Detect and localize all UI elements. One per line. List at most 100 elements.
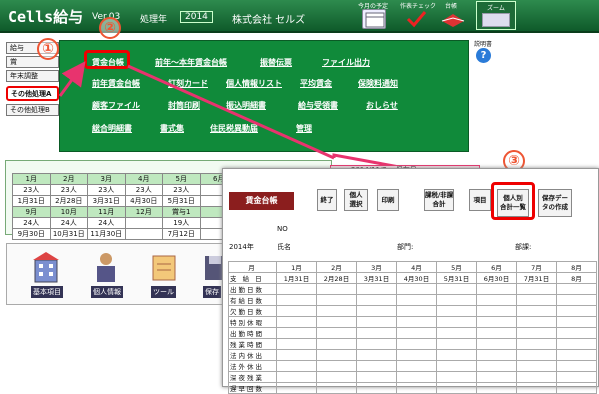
grid-cell[interactable] <box>276 305 317 317</box>
grid-cell[interactable] <box>276 349 317 361</box>
grid-cell[interactable] <box>556 283 597 295</box>
grid-cell[interactable] <box>476 371 517 383</box>
grid-cell[interactable] <box>556 327 597 339</box>
grid-cell[interactable] <box>396 316 437 328</box>
grid-cell[interactable] <box>476 305 517 317</box>
building-icon[interactable] <box>29 250 63 284</box>
grid-cell[interactable] <box>396 349 437 361</box>
grid-cell[interactable] <box>516 294 557 306</box>
taxable-total-button[interactable]: 課税/非課 合計 <box>424 189 454 211</box>
cal-date-cell-3 <box>124 228 163 240</box>
grid-cell[interactable] <box>476 294 517 306</box>
grid-cell[interactable] <box>436 327 477 339</box>
grid-cell[interactable] <box>556 360 597 372</box>
grid-cell[interactable] <box>516 382 557 394</box>
grid-cell[interactable] <box>476 382 517 394</box>
grid-cell[interactable] <box>476 338 517 350</box>
grid-cell[interactable] <box>356 371 397 383</box>
grid-cell[interactable] <box>396 338 437 350</box>
grid-cell[interactable] <box>556 382 597 394</box>
grid-cell[interactable] <box>356 349 397 361</box>
grid-cell[interactable] <box>516 327 557 339</box>
grid-cell[interactable] <box>556 316 597 328</box>
save-label[interactable]: 保存 <box>203 286 221 298</box>
grid-cell[interactable] <box>316 338 357 350</box>
grid-cell[interactable] <box>436 349 477 361</box>
grid-cell[interactable] <box>436 283 477 295</box>
grid-cell[interactable] <box>396 294 437 306</box>
create-save-data-button[interactable]: 保存デー タの作成 <box>538 189 572 217</box>
grid-cell[interactable] <box>316 371 357 383</box>
grid-cell[interactable] <box>436 338 477 350</box>
grid-cell[interactable] <box>356 338 397 350</box>
grid-cell[interactable] <box>516 316 557 328</box>
grid-cell[interactable] <box>396 371 437 383</box>
print-button[interactable]: 印刷 <box>377 189 399 211</box>
grid-cell[interactable] <box>316 305 357 317</box>
grid-cell[interactable] <box>516 305 557 317</box>
basic-items-label[interactable]: 基本項目 <box>31 286 63 298</box>
grid-cell[interactable] <box>436 371 477 383</box>
grid-cell[interactable] <box>276 294 317 306</box>
grid-cell[interactable] <box>396 283 437 295</box>
grid-cell[interactable] <box>396 382 437 394</box>
grid-cell[interactable] <box>556 305 597 317</box>
grid-cell[interactable] <box>356 283 397 295</box>
select-person-button[interactable]: 個人 選択 <box>344 189 368 211</box>
grid-cell[interactable] <box>356 382 397 394</box>
grid-cell[interactable] <box>516 349 557 361</box>
grid-cell[interactable] <box>436 360 477 372</box>
grid-cell[interactable] <box>556 349 597 361</box>
grid-month-5: 6月 <box>476 261 517 273</box>
grid-cell[interactable] <box>356 316 397 328</box>
grid-cell[interactable] <box>396 327 437 339</box>
exit-button-label: 終了 <box>320 195 334 204</box>
grid-cell[interactable] <box>316 283 357 295</box>
grid-cell[interactable] <box>276 327 317 339</box>
grid-cell[interactable] <box>316 316 357 328</box>
grid-cell[interactable] <box>556 371 597 383</box>
grid-cell[interactable] <box>436 305 477 317</box>
grid-cell[interactable] <box>436 382 477 394</box>
grid-cell[interactable] <box>516 371 557 383</box>
grid-row-label: 法外休出 <box>228 360 277 372</box>
grid-cell[interactable] <box>356 294 397 306</box>
grid-cell[interactable] <box>396 360 437 372</box>
grid-cell[interactable] <box>356 360 397 372</box>
grid-cell[interactable] <box>436 316 477 328</box>
wage-ledger-title-button[interactable]: 賃金台帳 <box>229 192 294 210</box>
items-button[interactable]: 項目 <box>469 189 491 211</box>
grid-cell[interactable] <box>476 327 517 339</box>
grid-cell[interactable] <box>516 360 557 372</box>
cal-date-cell-2: 11月30日 <box>87 228 126 240</box>
grid-cell[interactable] <box>356 305 397 317</box>
grid-cell[interactable] <box>316 382 357 394</box>
grid-cell[interactable] <box>276 338 317 350</box>
grid-cell[interactable] <box>516 283 557 295</box>
table-row: 残業時間 <box>228 338 597 350</box>
exit-button[interactable]: 終了 <box>317 189 337 211</box>
grid-cell[interactable] <box>316 327 357 339</box>
grid-cell[interactable] <box>476 316 517 328</box>
grid-cell[interactable] <box>276 371 317 383</box>
grid-cell[interactable] <box>556 294 597 306</box>
grid-cell[interactable] <box>316 360 357 372</box>
grid-cell[interactable] <box>276 316 317 328</box>
grid-cell[interactable] <box>476 283 517 295</box>
tool-label[interactable]: ツール <box>151 286 176 298</box>
grid-cell[interactable] <box>516 338 557 350</box>
grid-cell[interactable] <box>316 349 357 361</box>
grid-cell[interactable] <box>276 382 317 394</box>
personal-info-label[interactable]: 個人情報 <box>91 286 123 298</box>
tool-icon[interactable] <box>147 250 181 284</box>
grid-cell[interactable] <box>476 349 517 361</box>
grid-cell[interactable] <box>276 360 317 372</box>
grid-cell[interactable] <box>396 305 437 317</box>
grid-cell[interactable] <box>476 360 517 372</box>
grid-cell[interactable] <box>356 327 397 339</box>
grid-cell[interactable] <box>556 338 597 350</box>
person-icon[interactable] <box>89 250 123 284</box>
grid-cell[interactable] <box>276 283 317 295</box>
grid-cell[interactable] <box>436 294 477 306</box>
grid-cell[interactable] <box>316 294 357 306</box>
